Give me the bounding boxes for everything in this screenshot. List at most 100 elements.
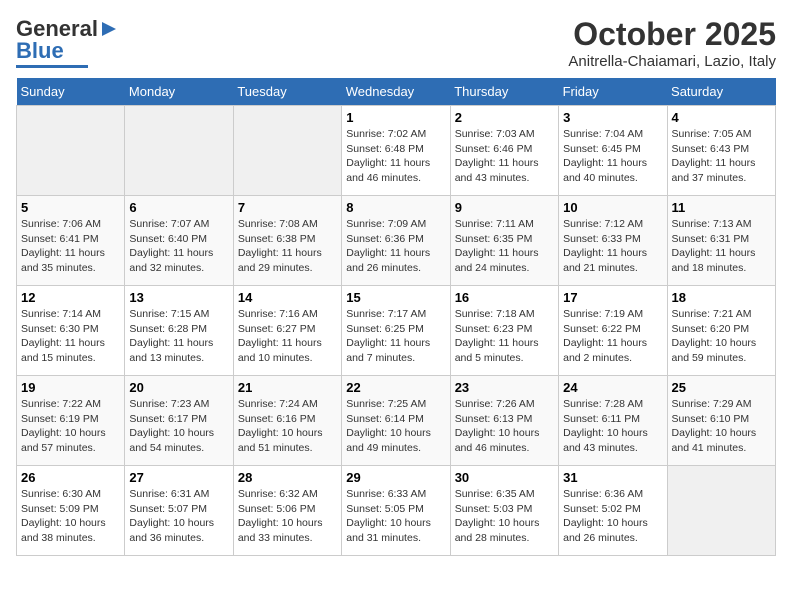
day-number: 11: [672, 200, 771, 215]
day-info: Sunrise: 7:19 AM Sunset: 6:22 PM Dayligh…: [563, 307, 662, 366]
calendar-cell: 10 Sunrise: 7:12 AM Sunset: 6:33 PM Dayli…: [559, 196, 667, 286]
calendar-cell: 25 Sunrise: 7:29 AM Sunset: 6:10 PM Dayli…: [667, 376, 775, 466]
day-number: 17: [563, 290, 662, 305]
calendar-cell: [125, 106, 233, 196]
day-number: 7: [238, 200, 337, 215]
day-info: Sunrise: 7:08 AM Sunset: 6:38 PM Dayligh…: [238, 217, 337, 276]
calendar-cell: 15 Sunrise: 7:17 AM Sunset: 6:25 PM Dayli…: [342, 286, 450, 376]
title-block: October 2025 Anitrella-Chaiamari, Lazio,…: [568, 16, 776, 70]
calendar-cell: 18Sunrise: 7:21 AM Sunset: 6:20 PM Dayli…: [667, 286, 775, 376]
calendar-week-row: 5Sunrise: 7:06 AM Sunset: 6:41 PM Daylig…: [17, 196, 776, 286]
weekday-header-wednesday: Wednesday: [342, 78, 450, 106]
calendar-cell: 3 Sunrise: 7:04 AM Sunset: 6:45 PM Daylig…: [559, 106, 667, 196]
day-info: Sunrise: 7:12 AM Sunset: 6:33 PM Dayligh…: [563, 217, 662, 276]
day-info: Sunrise: 7:29 AM Sunset: 6:10 PM Dayligh…: [672, 397, 771, 456]
day-info: Sunrise: 7:11 AM Sunset: 6:35 PM Dayligh…: [455, 217, 554, 276]
calendar-cell: 14Sunrise: 7:16 AM Sunset: 6:27 PM Dayli…: [233, 286, 341, 376]
weekday-header-tuesday: Tuesday: [233, 78, 341, 106]
day-number: 27: [129, 470, 228, 485]
day-number: 14: [238, 290, 337, 305]
day-info: Sunrise: 6:35 AM Sunset: 5:03 PM Dayligh…: [455, 487, 554, 546]
day-number: 4: [672, 110, 771, 125]
calendar-cell: 31Sunrise: 6:36 AM Sunset: 5:02 PM Dayli…: [559, 466, 667, 556]
day-number: 23: [455, 380, 554, 395]
calendar-cell: 4 Sunrise: 7:05 AM Sunset: 6:43 PM Daylig…: [667, 106, 775, 196]
day-number: 1: [346, 110, 445, 125]
day-info: Sunrise: 7:04 AM Sunset: 6:45 PM Dayligh…: [563, 127, 662, 186]
calendar-cell: 26Sunrise: 6:30 AM Sunset: 5:09 PM Dayli…: [17, 466, 125, 556]
day-number: 12: [21, 290, 120, 305]
page-header: General Blue October 2025 Anitrella-Chai…: [16, 16, 776, 70]
day-info: Sunrise: 7:26 AM Sunset: 6:13 PM Dayligh…: [455, 397, 554, 456]
day-number: 21: [238, 380, 337, 395]
calendar-cell: 16Sunrise: 7:18 AM Sunset: 6:23 PM Dayli…: [450, 286, 558, 376]
day-number: 29: [346, 470, 445, 485]
day-number: 5: [21, 200, 120, 215]
day-info: Sunrise: 7:05 AM Sunset: 6:43 PM Dayligh…: [672, 127, 771, 186]
day-info: Sunrise: 7:23 AM Sunset: 6:17 PM Dayligh…: [129, 397, 228, 456]
day-number: 26: [21, 470, 120, 485]
day-number: 6: [129, 200, 228, 215]
day-number: 13: [129, 290, 228, 305]
day-info: Sunrise: 7:03 AM Sunset: 6:46 PM Dayligh…: [455, 127, 554, 186]
calendar-cell: 9 Sunrise: 7:11 AM Sunset: 6:35 PM Daylig…: [450, 196, 558, 286]
calendar-cell: 6Sunrise: 7:07 AM Sunset: 6:40 PM Daylig…: [125, 196, 233, 286]
day-info: Sunrise: 7:09 AM Sunset: 6:36 PM Dayligh…: [346, 217, 445, 276]
day-info: Sunrise: 7:13 AM Sunset: 6:31 PM Dayligh…: [672, 217, 771, 276]
calendar-cell: [667, 466, 775, 556]
calendar-cell: 29 Sunrise: 6:33 AM Sunset: 5:05 PM Dayli…: [342, 466, 450, 556]
day-info: Sunrise: 6:31 AM Sunset: 5:07 PM Dayligh…: [129, 487, 228, 546]
calendar-cell: 22 Sunrise: 7:25 AM Sunset: 6:14 PM Dayli…: [342, 376, 450, 466]
calendar-week-row: 12 Sunrise: 7:14 AM Sunset: 6:30 PM Dayli…: [17, 286, 776, 376]
day-info: Sunrise: 7:22 AM Sunset: 6:19 PM Dayligh…: [21, 397, 120, 456]
day-number: 10: [563, 200, 662, 215]
day-number: 31: [563, 470, 662, 485]
weekday-header-thursday: Thursday: [450, 78, 558, 106]
weekday-header-friday: Friday: [559, 78, 667, 106]
day-number: 16: [455, 290, 554, 305]
weekday-header-saturday: Saturday: [667, 78, 775, 106]
logo-underline: [16, 65, 88, 68]
calendar-week-row: 26Sunrise: 6:30 AM Sunset: 5:09 PM Dayli…: [17, 466, 776, 556]
day-number: 22: [346, 380, 445, 395]
calendar-cell: [17, 106, 125, 196]
day-number: 9: [455, 200, 554, 215]
calendar-cell: 1Sunrise: 7:02 AM Sunset: 6:48 PM Daylig…: [342, 106, 450, 196]
calendar-cell: 11 Sunrise: 7:13 AM Sunset: 6:31 PM Dayli…: [667, 196, 775, 286]
calendar-cell: 24Sunrise: 7:28 AM Sunset: 6:11 PM Dayli…: [559, 376, 667, 466]
day-number: 3: [563, 110, 662, 125]
calendar-cell: 8 Sunrise: 7:09 AM Sunset: 6:36 PM Daylig…: [342, 196, 450, 286]
day-number: 2: [455, 110, 554, 125]
day-info: Sunrise: 7:17 AM Sunset: 6:25 PM Dayligh…: [346, 307, 445, 366]
day-info: Sunrise: 7:24 AM Sunset: 6:16 PM Dayligh…: [238, 397, 337, 456]
day-number: 25: [672, 380, 771, 395]
day-number: 28: [238, 470, 337, 485]
day-info: Sunrise: 6:32 AM Sunset: 5:06 PM Dayligh…: [238, 487, 337, 546]
calendar-cell: 12 Sunrise: 7:14 AM Sunset: 6:30 PM Dayli…: [17, 286, 125, 376]
day-number: 20: [129, 380, 228, 395]
logo-blue: Blue: [16, 38, 64, 64]
logo: General Blue: [16, 16, 120, 68]
day-info: Sunrise: 7:25 AM Sunset: 6:14 PM Dayligh…: [346, 397, 445, 456]
calendar-cell: 2 Sunrise: 7:03 AM Sunset: 6:46 PM Daylig…: [450, 106, 558, 196]
day-number: 19: [21, 380, 120, 395]
calendar-cell: 7 Sunrise: 7:08 AM Sunset: 6:38 PM Daylig…: [233, 196, 341, 286]
day-info: Sunrise: 7:14 AM Sunset: 6:30 PM Dayligh…: [21, 307, 120, 366]
day-number: 18: [672, 290, 771, 305]
day-info: Sunrise: 7:28 AM Sunset: 6:11 PM Dayligh…: [563, 397, 662, 456]
day-info: Sunrise: 7:15 AM Sunset: 6:28 PM Dayligh…: [129, 307, 228, 366]
calendar-cell: [233, 106, 341, 196]
calendar-cell: 28 Sunrise: 6:32 AM Sunset: 5:06 PM Dayli…: [233, 466, 341, 556]
weekday-header-sunday: Sunday: [17, 78, 125, 106]
weekday-header-monday: Monday: [125, 78, 233, 106]
month-title: October 2025: [568, 16, 776, 53]
day-number: 30: [455, 470, 554, 485]
logo-arrow-icon: [98, 18, 120, 40]
day-number: 8: [346, 200, 445, 215]
calendar-cell: 20 Sunrise: 7:23 AM Sunset: 6:17 PM Dayli…: [125, 376, 233, 466]
calendar-table: SundayMondayTuesdayWednesdayThursdayFrid…: [16, 78, 776, 556]
calendar-cell: 27 Sunrise: 6:31 AM Sunset: 5:07 PM Dayli…: [125, 466, 233, 556]
day-info: Sunrise: 6:33 AM Sunset: 5:05 PM Dayligh…: [346, 487, 445, 546]
day-number: 15: [346, 290, 445, 305]
calendar-cell: 19 Sunrise: 7:22 AM Sunset: 6:19 PM Dayli…: [17, 376, 125, 466]
